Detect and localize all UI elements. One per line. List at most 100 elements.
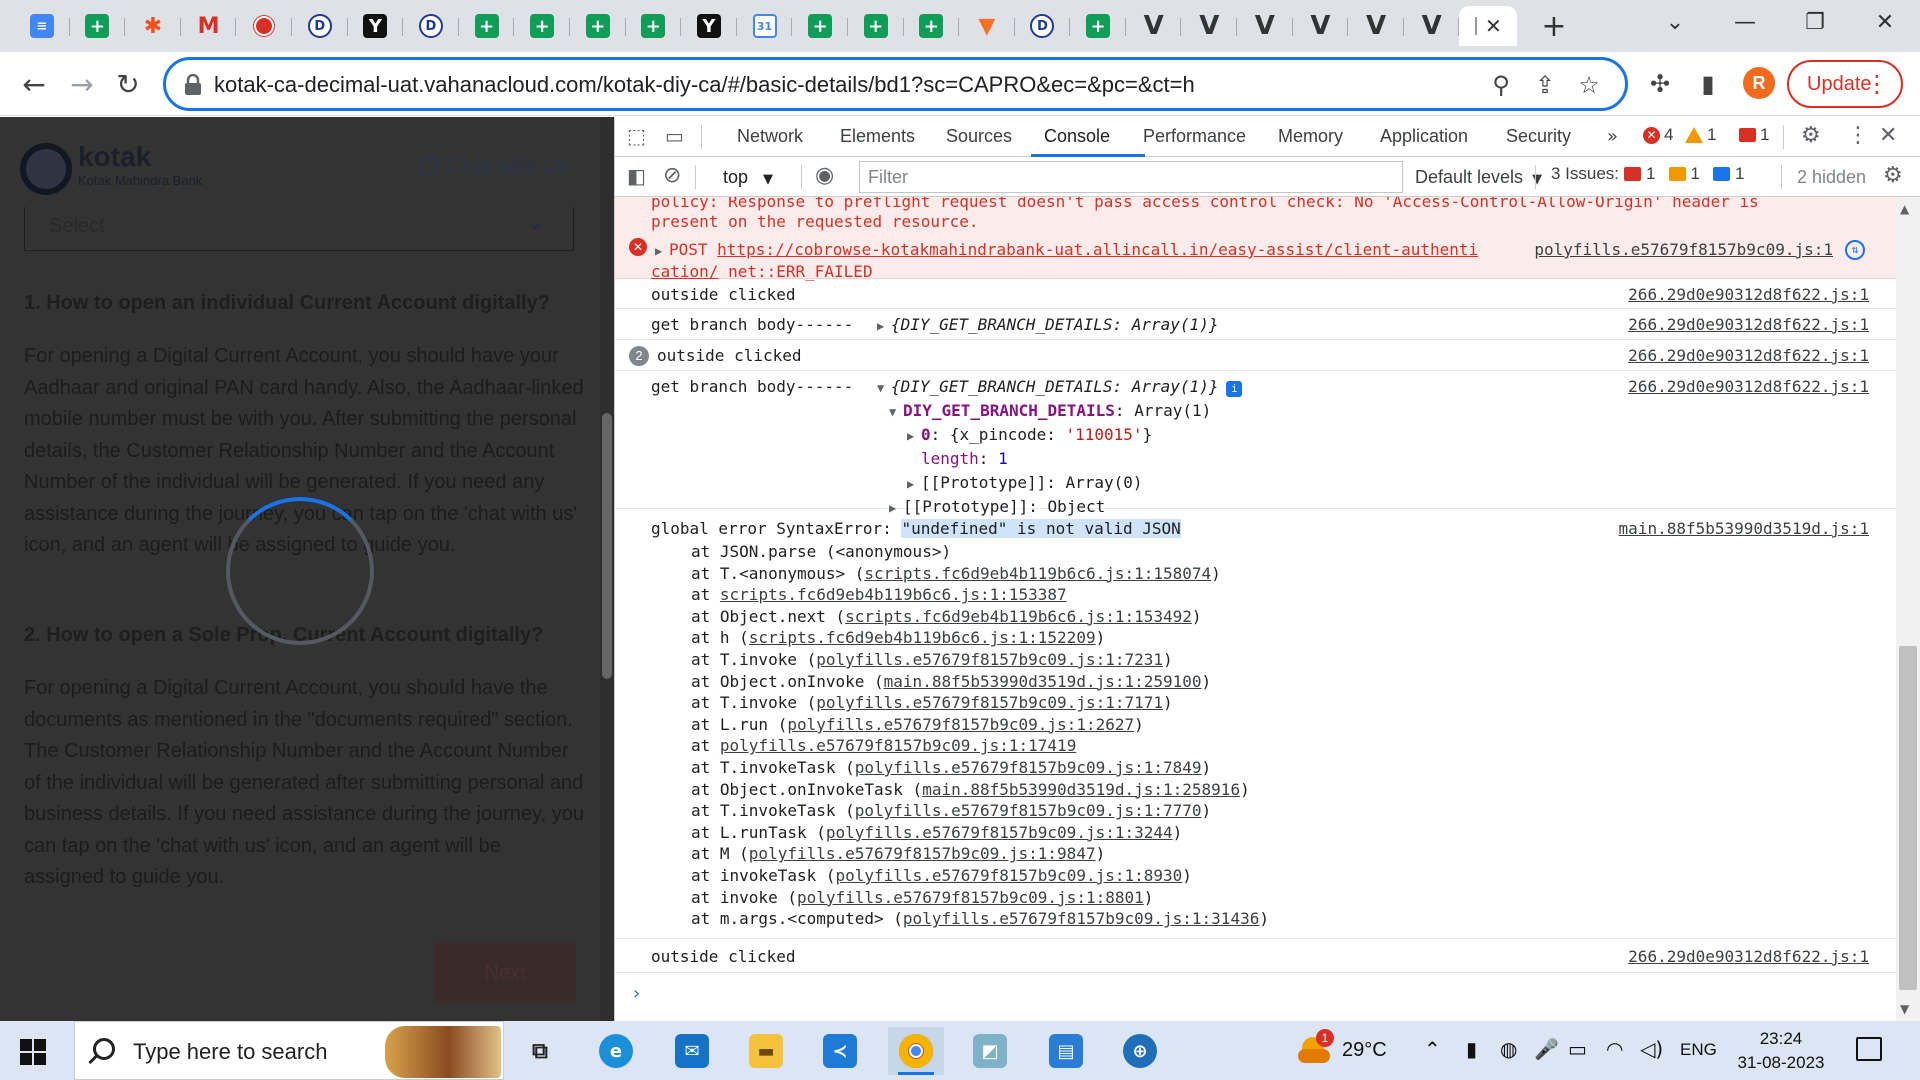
browser-tab[interactable]: V <box>1348 6 1404 46</box>
source-link[interactable]: polyfills.e57679f8157b9c09.js:1 <box>1534 240 1833 259</box>
browser-tab-active[interactable]: ✕ <box>1459 6 1518 46</box>
tab-security[interactable]: Security <box>1506 126 1571 147</box>
extensions-puzzle-icon[interactable]: ✣ <box>1642 66 1678 102</box>
profile-avatar[interactable]: R <box>1743 67 1775 99</box>
weather-widget[interactable]: 29°C <box>1298 1035 1387 1065</box>
browser-tab[interactable]: D <box>1015 6 1071 46</box>
tab-memory[interactable]: Memory <box>1278 126 1343 147</box>
share-icon[interactable]: ⇪ <box>1528 70 1562 100</box>
microphone-icon[interactable]: 🎤 <box>1534 1037 1559 1061</box>
browser-tab[interactable]: D <box>292 6 348 46</box>
location-pin-icon[interactable]: ⚲ <box>1484 70 1518 100</box>
stack-frame-link[interactable]: main.88f5b53990d3519d.js:1:258916 <box>922 780 1240 799</box>
stack-frame-link[interactable]: scripts.fc6d9eb4b119b6c6.js:1:153387 <box>720 585 1067 604</box>
restore-button[interactable]: ❐ <box>1780 0 1850 44</box>
lock-icon[interactable] <box>184 74 202 96</box>
source-link[interactable]: 266.29d0e90312d8f622.js:1 <box>1628 377 1869 396</box>
notes-app-icon[interactable]: ◩ <box>962 1027 1018 1075</box>
issues-button[interactable]: 3 Issues: 1 1 1 <box>1551 164 1744 184</box>
wifi-icon[interactable]: ◠ <box>1606 1037 1623 1061</box>
stack-frame-link[interactable]: scripts.fc6d9eb4b119b6c6.js:1:153492 <box>845 607 1192 626</box>
browser-tab[interactable]: + <box>792 6 848 46</box>
browser-tab[interactable]: M <box>181 6 237 46</box>
stack-frame-link[interactable]: polyfills.e57679f8157b9c09.js:1:8930 <box>836 866 1183 885</box>
select-dropdown[interactable]: Select ⌄ <box>24 207 574 251</box>
browser-tab[interactable]: + <box>514 6 570 46</box>
volume-icon[interactable]: ◁) <box>1640 1037 1663 1061</box>
source-link[interactable]: 266.29d0e90312d8f622.js:1 <box>1628 315 1869 334</box>
stack-frame-link[interactable]: polyfills.e57679f8157b9c09.js:1:31436 <box>903 909 1259 928</box>
side-panel-icon[interactable]: ▮ <box>1690 66 1726 102</box>
close-window-button[interactable]: ✕ <box>1850 0 1920 44</box>
source-link[interactable]: 266.29d0e90312d8f622.js:1 <box>1628 346 1869 365</box>
tab-application[interactable]: Application <box>1380 126 1468 147</box>
expand-arrow-icon[interactable]: ▶ <box>655 244 669 258</box>
context-selector[interactable]: top ▼ <box>723 167 773 188</box>
browser-tab[interactable]: + <box>459 6 515 46</box>
warning-count-badge[interactable]: 1 <box>1685 125 1716 145</box>
stack-frame-link[interactable]: polyfills.e57679f8157b9c09.js:1:8801 <box>797 888 1144 907</box>
stack-frame-link[interactable]: polyfills.e57679f8157b9c09.js:1:9847 <box>749 844 1096 863</box>
address-bar[interactable]: kotak-ca-decimal-uat.vahanacloud.com/kot… <box>163 57 1628 111</box>
edge-browser-icon[interactable]: e <box>588 1027 644 1075</box>
console-settings-gear-icon[interactable]: ⚙ <box>1883 163 1903 188</box>
tab-console[interactable]: Console <box>1044 126 1110 147</box>
chevron-down-icon[interactable]: ⌄ <box>1640 0 1710 44</box>
log-object[interactable]: {DIY_GET_BRANCH_DETAILS: Array(1)} <box>891 315 1219 334</box>
browser-tab[interactable] <box>236 6 292 46</box>
close-tab-icon[interactable]: ✕ <box>1485 14 1502 38</box>
browser-tab[interactable]: V <box>1293 6 1349 46</box>
input-language[interactable]: ENG <box>1680 1040 1717 1060</box>
document-app-icon[interactable]: ▤ <box>1038 1027 1094 1075</box>
error-highlighted-text[interactable]: "undefined" is not valid JSON <box>901 519 1181 538</box>
bookmark-star-icon[interactable]: ☆ <box>1572 70 1606 100</box>
browser-tab[interactable]: + <box>848 6 904 46</box>
close-devtools-icon[interactable]: ✕ <box>1879 123 1897 148</box>
stack-frame-link[interactable]: polyfills.e57679f8157b9c09.js:1:7849 <box>855 758 1202 777</box>
browser-tab[interactable]: + <box>70 6 126 46</box>
more-tabs-button[interactable]: » <box>1607 126 1618 147</box>
battery-icon[interactable]: ▭ <box>1568 1037 1587 1061</box>
browser-tab[interactable]: V <box>1126 6 1182 46</box>
stack-frame-link[interactable]: polyfills.e57679f8157b9c09.js:1:17419 <box>720 736 1076 755</box>
collapse-arrow-icon[interactable]: ▼ <box>889 405 903 419</box>
update-button[interactable]: Update ⋮ <box>1787 60 1903 108</box>
page-scrollbar-thumb[interactable] <box>602 413 612 679</box>
settings-gear-icon[interactable]: ⚙ <box>1801 123 1821 148</box>
meet-now-icon[interactable]: ◍ <box>1500 1037 1517 1061</box>
stack-frame-link[interactable]: main.88f5b53990d3519d.js:1:259100 <box>884 672 1202 691</box>
browser-tab[interactable]: 31 <box>737 6 793 46</box>
stack-frame-link[interactable]: polyfills.e57679f8157b9c09.js:1:7171 <box>816 693 1163 712</box>
browser-tab[interactable]: + <box>1070 6 1126 46</box>
network-globe-icon[interactable]: ⊕ <box>1112 1027 1168 1075</box>
minimize-button[interactable]: — <box>1710 0 1780 44</box>
url-text[interactable]: kotak-ca-decimal-uat.vahanacloud.com/kot… <box>214 72 1195 98</box>
scroll-down-arrow[interactable]: ▼ <box>1900 1002 1909 1016</box>
browser-tab[interactable]: D <box>403 6 459 46</box>
collapse-arrow-icon[interactable]: ▼ <box>877 381 891 395</box>
stack-frame-link[interactable]: polyfills.e57679f8157b9c09.js:1:7231 <box>816 650 1163 669</box>
tab-sources[interactable]: Sources <box>946 126 1012 147</box>
chat-with-us-link[interactable]: Chat with us <box>418 153 567 179</box>
windows-start-icon[interactable] <box>20 1039 46 1065</box>
browser-tab[interactable]: + <box>626 6 682 46</box>
usb-drive-icon[interactable]: ▮ <box>1466 1037 1477 1061</box>
console-prompt[interactable]: › <box>633 983 640 1004</box>
post-request-line[interactable]: ▶ POST https://cobrowse-kotakmahindrabank… <box>655 240 1478 259</box>
scroll-up-arrow[interactable]: ▲ <box>1900 202 1909 216</box>
new-tab-button[interactable]: + <box>1534 6 1574 46</box>
reload-button[interactable]: ↻ <box>108 64 148 104</box>
vscode-icon[interactable]: ≺ <box>812 1027 868 1075</box>
browser-tab[interactable]: V <box>1237 6 1293 46</box>
show-hidden-icons-chevron-icon[interactable]: ⌃ <box>1424 1037 1441 1061</box>
tab-network[interactable]: Network <box>737 126 803 147</box>
network-request-icon[interactable]: ⇅ <box>1845 240 1865 260</box>
taskbar-search-box[interactable]: Type here to search <box>74 1021 504 1080</box>
object-property[interactable]: ▶ [[Prototype]]: Array(0) <box>907 473 1143 492</box>
stack-frame-link[interactable]: polyfills.e57679f8157b9c09.js:1:2627 <box>787 715 1134 734</box>
system-clock[interactable]: 23:24 31-08-2023 <box>1736 1027 1826 1075</box>
browser-tab[interactable]: ✱ <box>125 6 181 46</box>
kebab-menu-icon[interactable]: ⋮ <box>1847 123 1869 148</box>
post-url[interactable]: https://cobrowse-kotakmahindrabank-uat.a… <box>717 240 1478 259</box>
source-link[interactable]: main.88f5b53990d3519d.js:1 <box>1619 519 1869 538</box>
